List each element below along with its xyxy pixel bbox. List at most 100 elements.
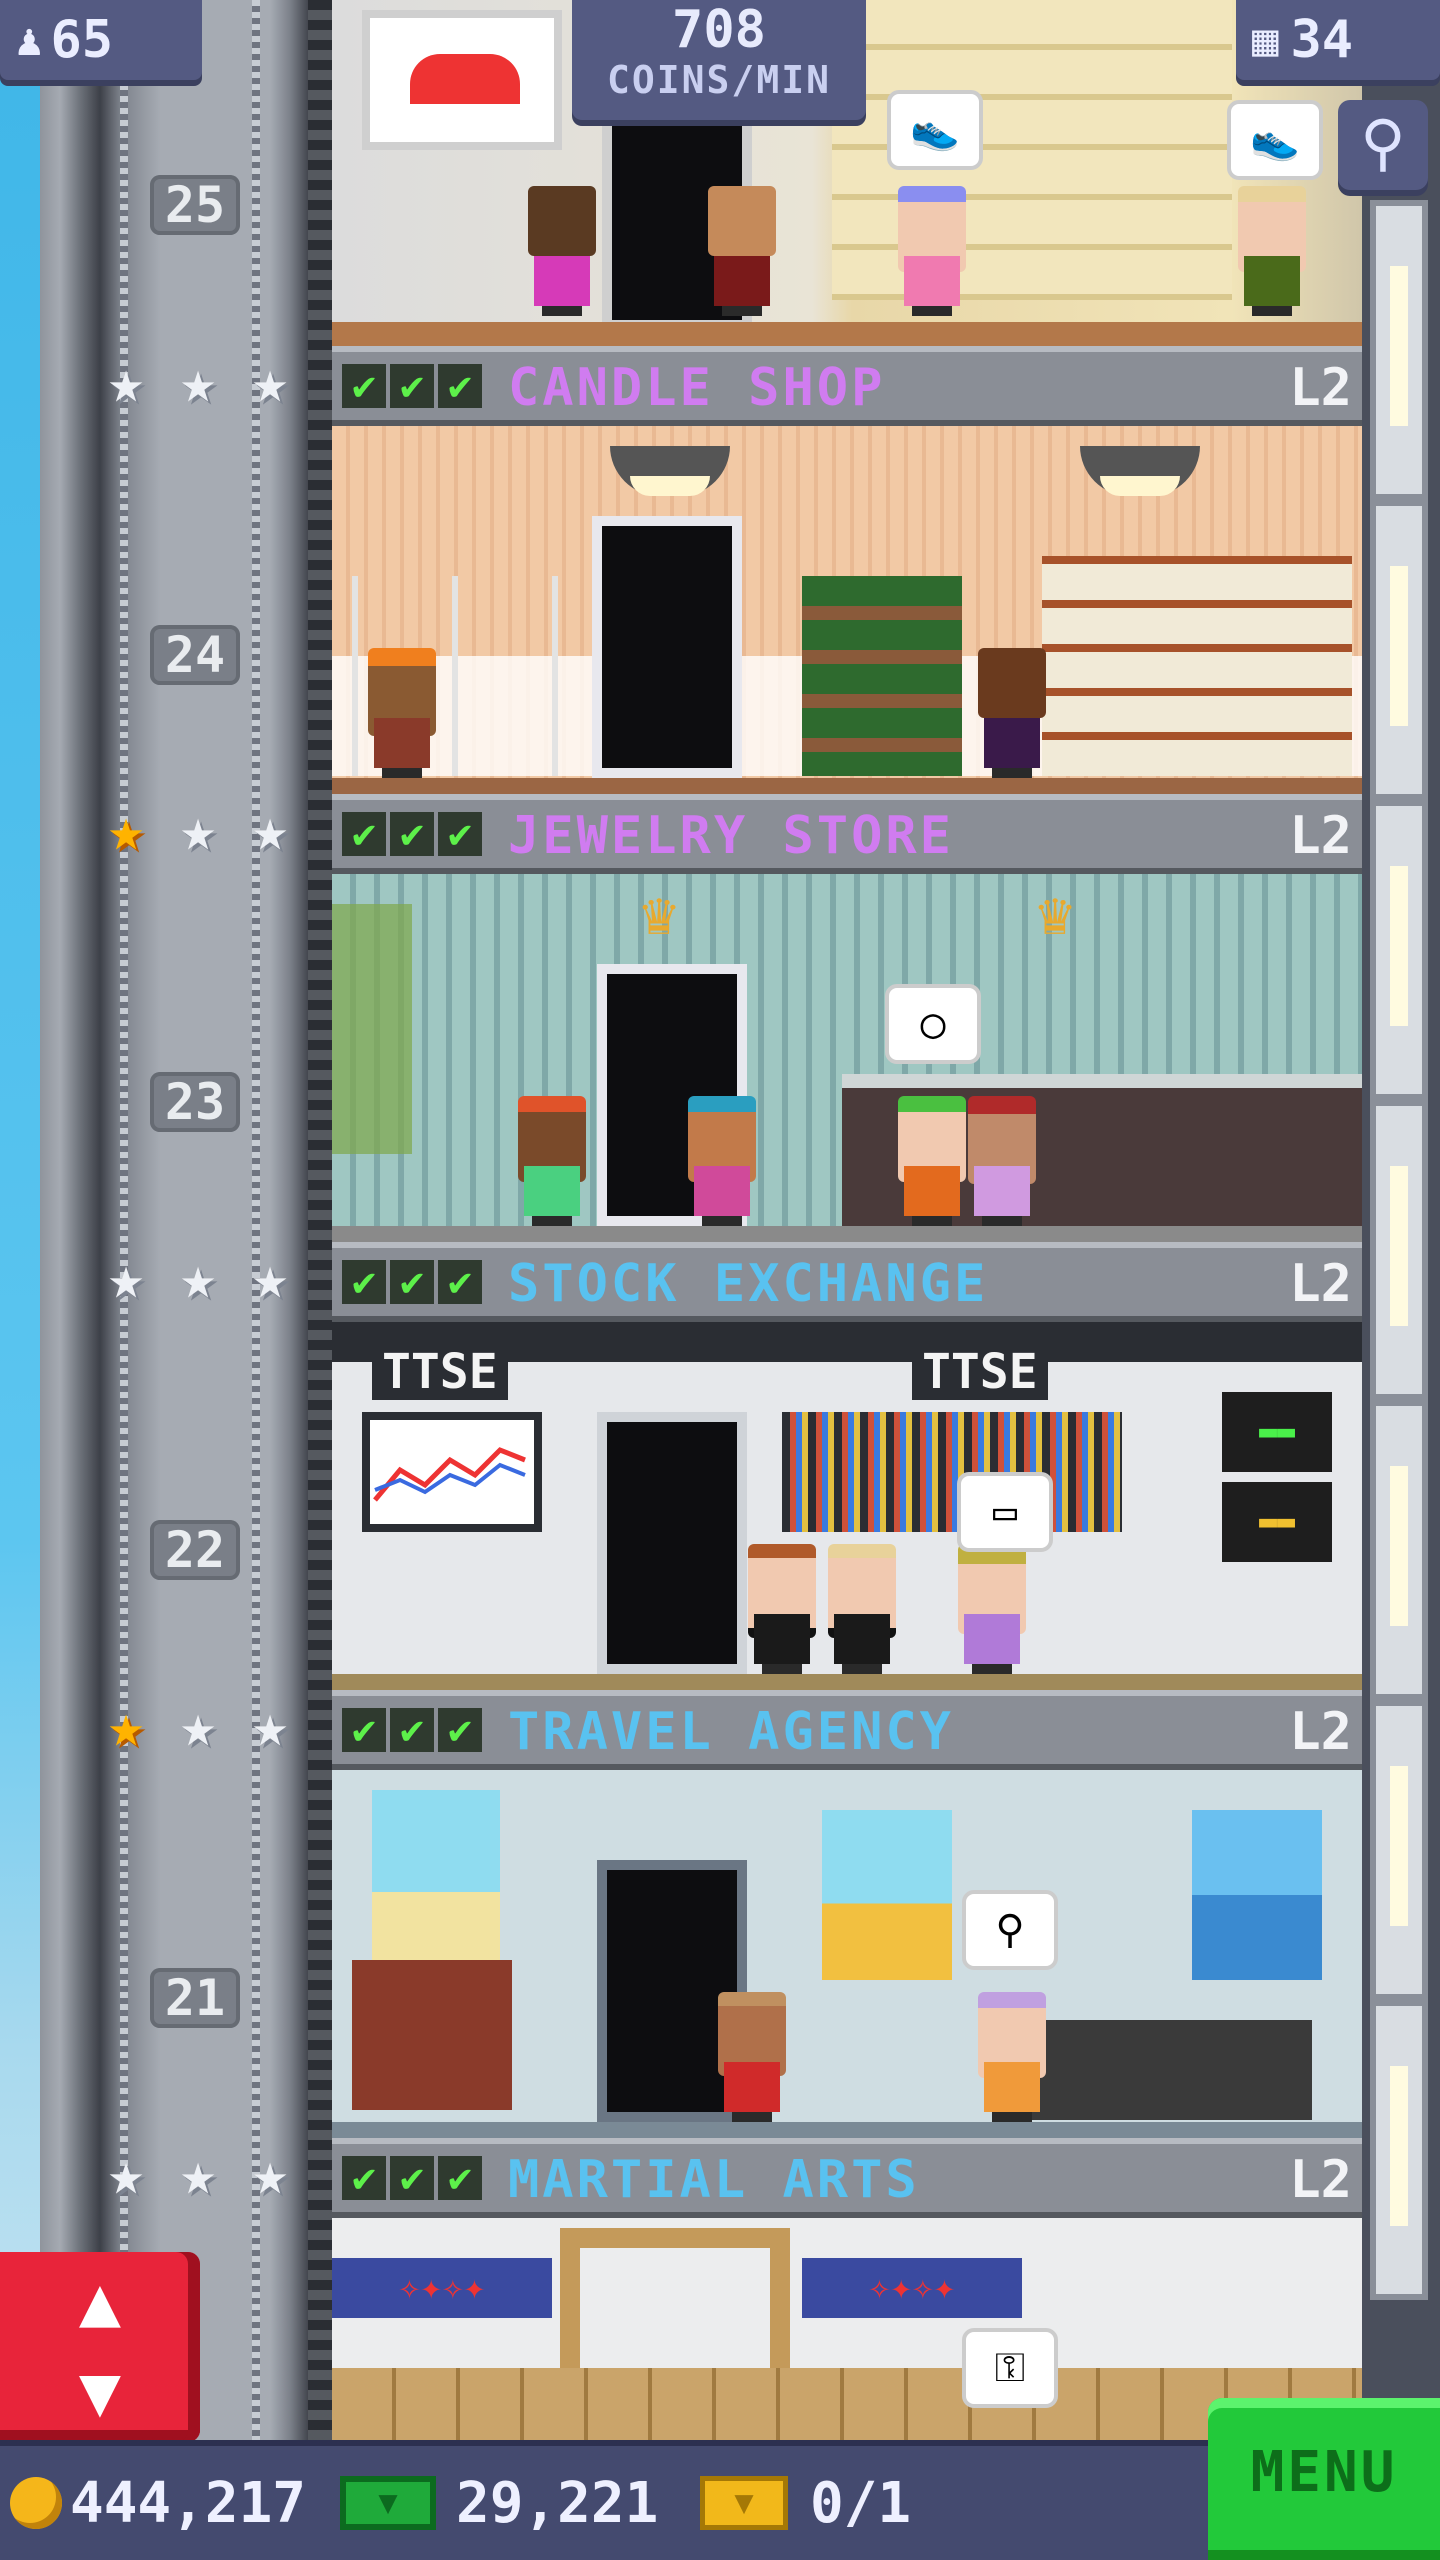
floor-header[interactable]: ✔ ✔ ✔ TRAVEL AGENCY L2 — [332, 1690, 1362, 1770]
floorboard — [332, 322, 1362, 346]
shopper[interactable] — [972, 1992, 1052, 2122]
building-icon: ▦ — [1252, 14, 1279, 66]
dojo-banner: ✧✦✧✦ — [332, 2258, 552, 2318]
check-icon: ✔ — [342, 812, 386, 856]
floor-20[interactable]: ✔ ✔ ✔ MARTIAL ARTS L2 ✧✦✧✦ ✧✦✧✦ ⚿ — [332, 2138, 1362, 2440]
speech-bubble-stock[interactable]: ▭ — [957, 1472, 1053, 1552]
travel-poster-beach — [822, 1810, 952, 1980]
coins-per-min-panel[interactable]: 708 COINS/MIN — [572, 0, 866, 120]
broker[interactable] — [822, 1544, 902, 1674]
menu-button[interactable]: MENU — [1208, 2398, 1440, 2560]
zoom-button[interactable]: ⚲ — [1338, 100, 1428, 190]
floor-stars: ★ ★ ★ — [96, 2144, 300, 2204]
potted-plant — [332, 904, 412, 1154]
person-icon: ♟ — [16, 14, 43, 66]
speech-bubble-shoe[interactable]: 👟 — [1227, 100, 1323, 180]
martial-arts-room: ✧✦✧✦ ✧✦✧✦ ⚿ — [332, 2218, 1362, 2440]
coin-icon — [10, 2477, 62, 2529]
resident[interactable] — [682, 1096, 762, 1226]
speech-bubble-shoe[interactable]: 👟 — [887, 90, 983, 170]
floor-level: L2 — [1289, 2150, 1352, 2210]
floor-23[interactable]: ✔ ✔ ✔ JEWELRY STORE L2 ♛ ♛ ◯ — [332, 794, 1362, 1242]
elevator-button[interactable]: ▲ ▼ — [0, 2252, 200, 2442]
floor-name: MARTIAL ARTS — [508, 2150, 920, 2210]
speech-bubble-necklace[interactable]: ◯ — [885, 984, 981, 1064]
window-strip — [1370, 800, 1428, 1100]
floor-level: L2 — [1289, 1702, 1352, 1762]
jewelry-store-room: ♛ ♛ ◯ — [332, 874, 1362, 1242]
magnifier-icon: ⚲ — [1360, 106, 1406, 179]
gold-star-icon: ★ — [107, 1691, 145, 1761]
floor-checks: ✔ ✔ ✔ — [342, 1708, 482, 1752]
floor-stars: ★ ★ ★ — [96, 352, 300, 412]
window-strip — [1370, 1400, 1428, 1700]
resident[interactable] — [972, 648, 1052, 778]
star-icon: ★ — [251, 1243, 289, 1313]
shaft-floor-number: 25 — [150, 175, 240, 235]
floor-header[interactable]: ✔ ✔ ✔ STOCK EXCHANGE L2 — [332, 1242, 1362, 1322]
floor-21[interactable]: ✔ ✔ ✔ TRAVEL AGENCY L2 ⚲ — [332, 1690, 1362, 2138]
shoe-poster — [362, 10, 562, 150]
star-icon: ★ — [107, 1243, 145, 1313]
star-icon: ★ — [179, 347, 217, 417]
coins-display[interactable]: 444,217 — [10, 2468, 306, 2538]
floor-24[interactable]: ✔ ✔ ✔ CANDLE SHOP L2 — [332, 346, 1362, 794]
floors-count: 34 — [1290, 10, 1354, 70]
speech-bubble-martial-arts[interactable]: ⚿ — [962, 2328, 1058, 2408]
elevator-cable — [308, 0, 332, 2440]
star-icon: ★ — [179, 1243, 217, 1313]
residents-counter[interactable]: ♟ 65 — [0, 0, 202, 80]
floor-name: CANDLE SHOP — [508, 358, 886, 418]
broker[interactable] — [742, 1544, 822, 1674]
residents-count: 65 — [50, 10, 114, 70]
shopper[interactable] — [952, 1544, 1032, 1674]
shaft-floor-number: 21 — [150, 1968, 240, 2028]
window-strip — [1370, 200, 1428, 500]
ticker-screen: ▬▬ — [1222, 1392, 1332, 1472]
speech-bubble-travel[interactable]: ⚲ — [962, 1890, 1058, 1970]
shop-worker[interactable] — [962, 1096, 1042, 1226]
floor-header[interactable]: ✔ ✔ ✔ CANDLE SHOP L2 — [332, 346, 1362, 426]
resident[interactable] — [522, 186, 602, 316]
check-icon: ✔ — [438, 1260, 482, 1304]
room-door — [597, 1412, 747, 1674]
travel-poster-cruise — [372, 1790, 500, 1960]
floor-checks: ✔ ✔ ✔ — [342, 812, 482, 856]
floor-22[interactable]: ✔ ✔ ✔ STOCK EXCHANGE L2 TTSE TTSE ▬▬ ▬▬ … — [332, 1242, 1362, 1690]
floor-level: L2 — [1289, 1254, 1352, 1314]
floor-header[interactable]: ✔ ✔ ✔ MARTIAL ARTS L2 — [332, 2138, 1362, 2218]
check-icon: ✔ — [342, 364, 386, 408]
floorboard — [332, 1226, 1362, 1242]
window-strip — [1370, 1700, 1428, 2000]
candle-shop-room — [332, 426, 1362, 794]
travel-desk — [1032, 2020, 1312, 2120]
tickets-display[interactable]: ▼ 0/1 — [700, 2468, 911, 2538]
sky-background — [0, 0, 40, 2560]
shop-worker[interactable] — [362, 648, 442, 778]
floor-stars: ★ ★ ★ — [96, 1696, 300, 1756]
star-icon: ★ — [107, 347, 145, 417]
shopper[interactable] — [1232, 186, 1312, 316]
brochure-rack — [352, 1960, 512, 2110]
floorboard — [332, 1674, 1362, 1690]
bux-display[interactable]: ▼ 29,221 — [340, 2468, 658, 2538]
ceiling-lamp — [610, 446, 730, 496]
floor-checks: ✔ ✔ ✔ — [342, 2156, 482, 2200]
floor-name: TRAVEL AGENCY — [508, 1702, 954, 1762]
coins-per-min-value: 708 — [672, 0, 766, 60]
resident[interactable] — [712, 1992, 792, 2122]
tickets-value: 0/1 — [810, 2470, 912, 2536]
check-icon: ✔ — [438, 364, 482, 408]
golden-ticket-icon: ▼ — [700, 2476, 788, 2530]
floors-counter[interactable]: ▦ 34 — [1236, 0, 1440, 80]
check-icon: ✔ — [390, 364, 434, 408]
resident[interactable] — [702, 186, 782, 316]
star-icon: ★ — [251, 2139, 289, 2209]
resident[interactable] — [512, 1096, 592, 1226]
chandelier: ♛ — [1036, 879, 1074, 949]
floor-header[interactable]: ✔ ✔ ✔ JEWELRY STORE L2 — [332, 794, 1362, 874]
shopper[interactable] — [892, 1096, 972, 1226]
coins-value: 444,217 — [70, 2470, 307, 2536]
shopper[interactable] — [892, 186, 972, 316]
floor-level: L2 — [1289, 806, 1352, 866]
